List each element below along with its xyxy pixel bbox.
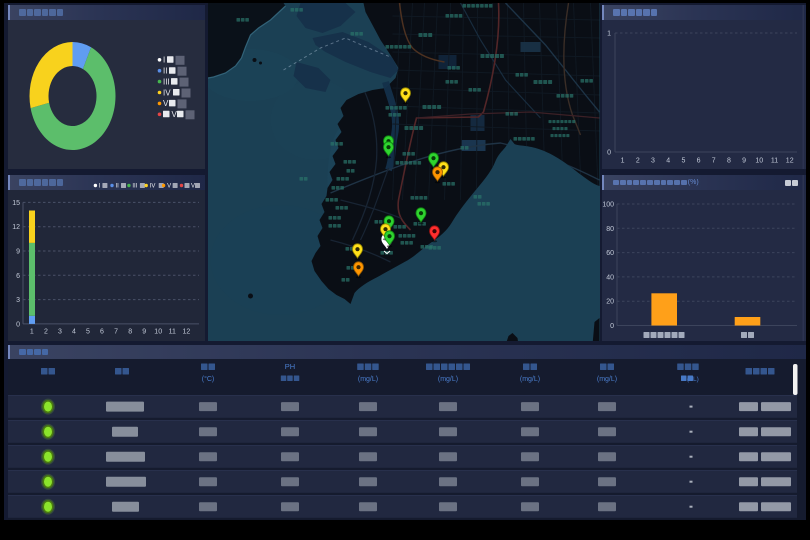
svg-text:V: V (172, 110, 178, 119)
svg-text:III: III (132, 184, 137, 190)
svg-text:20: 20 (606, 299, 614, 306)
svg-text:6: 6 (16, 273, 20, 280)
svg-text:100: 100 (602, 202, 614, 209)
svg-text:3: 3 (651, 158, 655, 165)
svg-text:12: 12 (12, 224, 20, 231)
svg-text:V: V (191, 184, 195, 190)
svg-text:7: 7 (712, 158, 716, 165)
svg-text:1: 1 (621, 158, 625, 165)
svg-text:7: 7 (114, 328, 118, 335)
svg-text:(mg/L): (mg/L) (597, 376, 617, 383)
svg-text:III: III (163, 77, 170, 86)
svg-text:10: 10 (755, 158, 763, 165)
svg-text:5: 5 (86, 328, 90, 335)
svg-text:3: 3 (16, 297, 20, 304)
svg-text:2: 2 (636, 158, 640, 165)
svg-text:(mg/L): (mg/L) (520, 376, 540, 383)
svg-text:12: 12 (786, 158, 794, 165)
svg-text:80: 80 (606, 226, 614, 233)
svg-text:8: 8 (727, 158, 731, 165)
svg-text:11: 11 (771, 158, 778, 165)
svg-text:1: 1 (607, 31, 611, 38)
svg-text:11: 11 (169, 328, 176, 335)
svg-text:12: 12 (183, 328, 191, 335)
svg-text:4: 4 (666, 158, 670, 165)
svg-text:PH: PH (285, 362, 295, 371)
svg-text:/L): /L) (691, 376, 699, 383)
svg-text:II: II (163, 67, 167, 76)
svg-text:9: 9 (142, 328, 146, 335)
svg-text:(mg/L): (mg/L) (438, 376, 458, 383)
svg-text:V: V (163, 99, 169, 108)
svg-text:V: V (167, 184, 171, 190)
svg-text:9: 9 (16, 249, 20, 256)
svg-text:15: 15 (12, 200, 20, 207)
svg-text:1: 1 (30, 328, 34, 335)
svg-text:II: II (116, 184, 120, 190)
svg-text:6: 6 (100, 328, 104, 335)
svg-text:IV: IV (163, 88, 171, 97)
svg-text:3: 3 (58, 328, 62, 335)
svg-text:0: 0 (610, 323, 614, 330)
svg-text:60: 60 (606, 250, 614, 257)
svg-text:I: I (99, 184, 101, 190)
svg-text:IV: IV (150, 184, 156, 190)
svg-text:(°C): (°C) (202, 375, 215, 383)
svg-text:10: 10 (154, 328, 162, 335)
svg-text:8: 8 (128, 328, 132, 335)
svg-text:40: 40 (606, 274, 614, 281)
svg-text:6: 6 (697, 158, 701, 165)
svg-text:2: 2 (44, 328, 48, 335)
svg-text:5: 5 (681, 158, 685, 165)
svg-text:4: 4 (72, 328, 76, 335)
svg-text:I: I (163, 56, 165, 65)
svg-text:(mg/L): (mg/L) (358, 376, 378, 383)
svg-text:0: 0 (607, 150, 611, 157)
svg-text:9: 9 (742, 158, 746, 165)
svg-text:0: 0 (16, 321, 20, 328)
